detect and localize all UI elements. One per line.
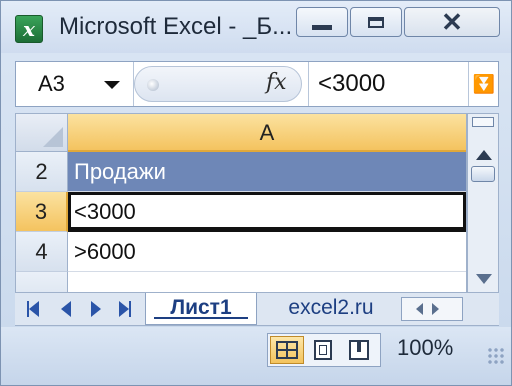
minimize-button[interactable]: [296, 7, 348, 37]
sheet-tab-bar: Лист1 excel2.ru: [15, 293, 499, 326]
page-break-button[interactable]: [342, 336, 376, 364]
scroll-right-icon[interactable]: [432, 303, 439, 315]
row-header-4[interactable]: 4: [16, 232, 68, 272]
close-icon: ✕: [441, 7, 463, 37]
cell-a4[interactable]: >6000: [68, 232, 466, 272]
name-box-dropdown-icon[interactable]: [104, 81, 120, 89]
worksheet-grid: A 2 Продажи 3 <3000 4 >6000: [15, 113, 467, 293]
cell-a5[interactable]: [68, 272, 466, 292]
title-bar: x Microsoft Excel - _Б... ✕: [1, 1, 511, 53]
normal-view-button[interactable]: [270, 336, 304, 364]
status-bar: 100%: [1, 327, 511, 385]
previous-sheet-icon[interactable]: [61, 301, 71, 317]
select-all-button[interactable]: [16, 114, 68, 152]
double-chevron-down-icon: ⏬: [472, 73, 496, 94]
sheet-tab-excel2[interactable]: excel2.ru: [263, 293, 399, 325]
restore-icon: [368, 16, 384, 28]
row-header-5[interactable]: [16, 272, 68, 292]
scroll-thumb[interactable]: [471, 166, 495, 182]
excel-window: x Microsoft Excel - _Б... ✕ A3 fx <3000 …: [0, 0, 512, 386]
close-button[interactable]: ✕: [404, 7, 500, 37]
sheet-tab-list1[interactable]: Лист1: [145, 293, 257, 325]
formula-input[interactable]: <3000: [318, 62, 385, 106]
row-header-3[interactable]: 3: [16, 192, 68, 232]
restore-button[interactable]: [350, 7, 402, 37]
last-sheet-bar: [129, 301, 131, 317]
cell-a2[interactable]: Продажи: [68, 152, 466, 192]
column-header-a[interactable]: A: [68, 114, 466, 152]
resize-grip-icon[interactable]: [487, 347, 505, 365]
next-sheet-icon[interactable]: [91, 301, 101, 317]
horizontal-scrollbar[interactable]: [401, 297, 463, 321]
formula-divider: [308, 62, 309, 106]
first-sheet-icon[interactable]: [29, 301, 39, 317]
scroll-up-icon[interactable]: [476, 150, 492, 160]
window-title: Microsoft Excel - _Б...: [59, 13, 293, 40]
cell-a3[interactable]: <3000: [68, 192, 466, 232]
scroll-down-icon[interactable]: [476, 274, 492, 284]
row-header-2[interactable]: 2: [16, 152, 68, 192]
view-switcher: [267, 333, 381, 367]
last-sheet-icon[interactable]: [119, 301, 129, 317]
insert-function-button[interactable]: fx: [266, 70, 287, 95]
scroll-left-icon[interactable]: [416, 303, 423, 315]
grid-icon: [276, 341, 298, 359]
formula-bar: A3 fx <3000 ⏬: [15, 61, 499, 107]
zoom-level[interactable]: 100%: [397, 335, 453, 361]
resize-handle-icon[interactable]: [147, 79, 159, 91]
minimize-icon: [312, 24, 332, 30]
expand-formula-bar-button[interactable]: ⏬: [468, 62, 499, 106]
vertical-scrollbar[interactable]: [467, 113, 499, 293]
page-layout-icon: [314, 340, 332, 360]
excel-icon[interactable]: x: [15, 15, 43, 43]
split-handle[interactable]: [472, 117, 494, 127]
page-layout-button[interactable]: [306, 336, 340, 364]
page-break-icon: [349, 340, 369, 360]
